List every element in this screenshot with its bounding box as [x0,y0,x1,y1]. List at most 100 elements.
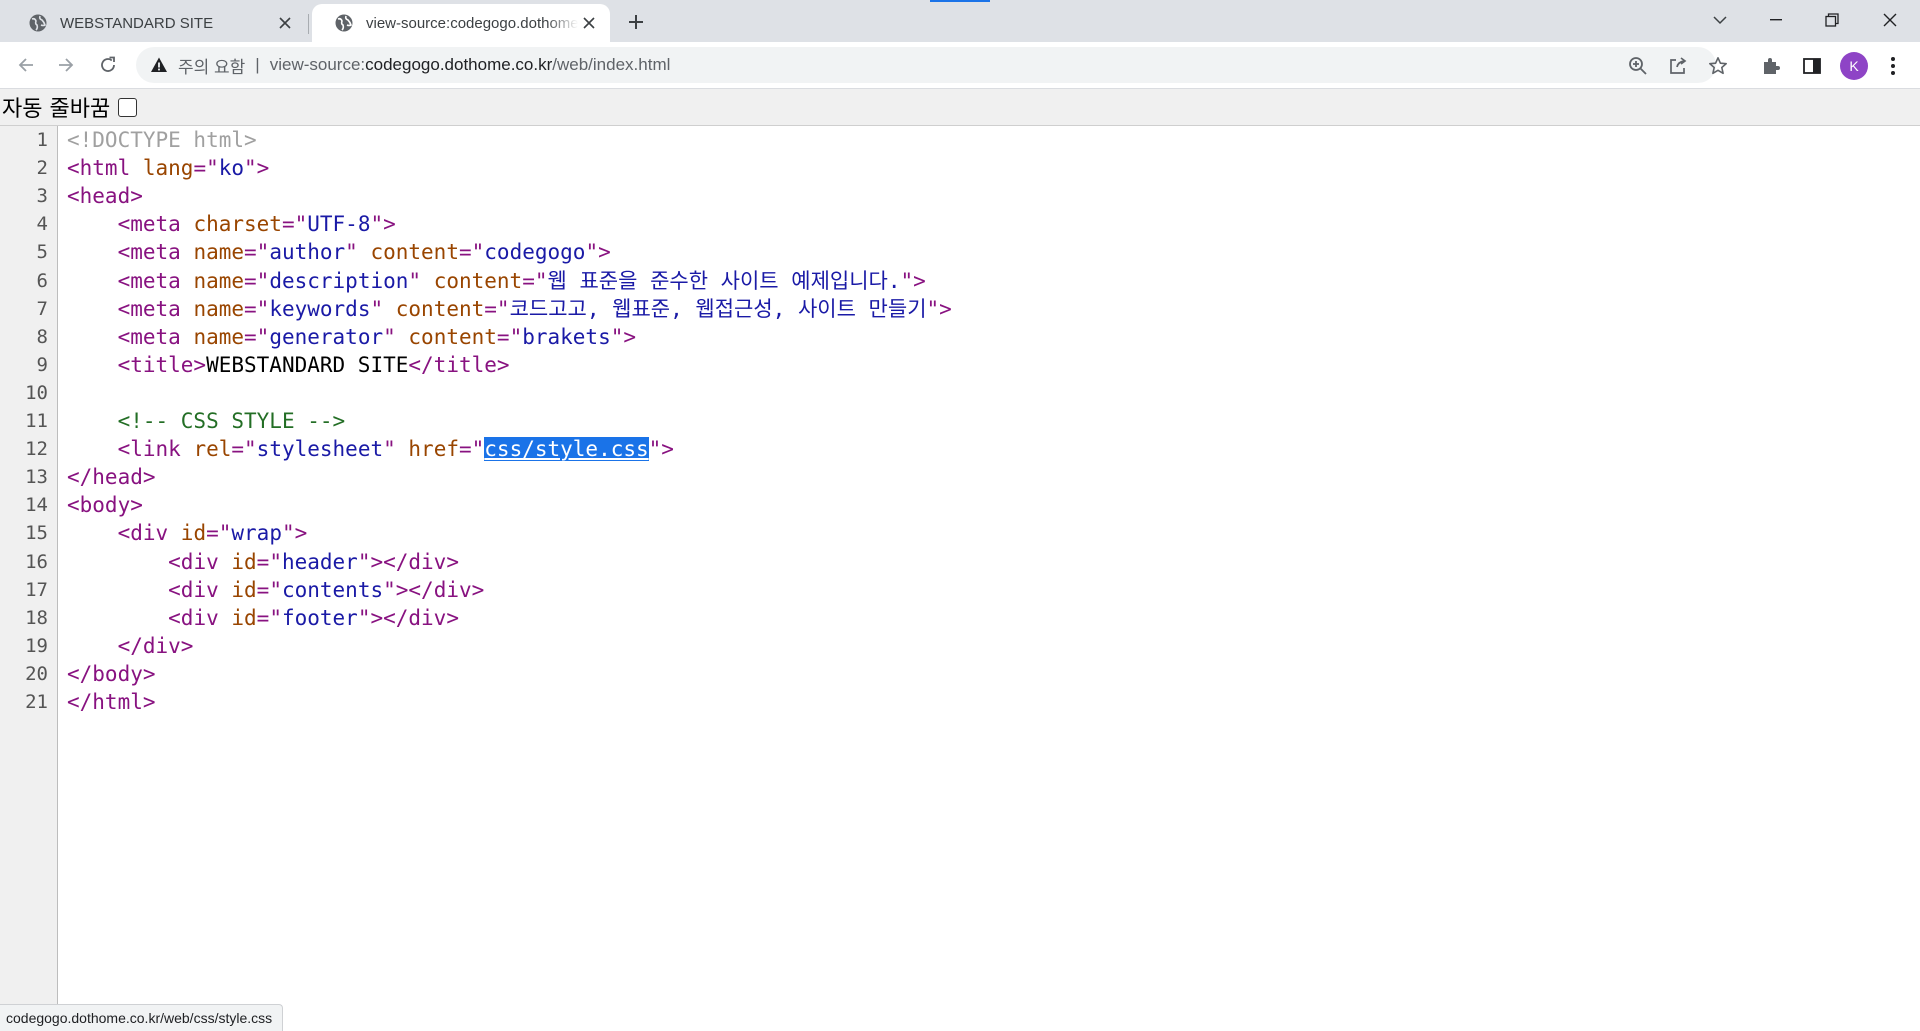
side-panel-button[interactable] [1799,53,1825,79]
security-status-label[interactable]: 주의 요함 [178,53,245,78]
code-token: =" [244,324,270,349]
warning-icon[interactable] [150,56,168,74]
new-tab-button[interactable] [622,8,650,36]
back-button[interactable] [10,49,42,81]
code-token: id [231,577,257,602]
line-number: 14 [25,494,48,517]
close-tab-icon[interactable] [274,12,296,34]
minimize-button[interactable] [1748,0,1804,40]
code-token: =" [458,240,485,265]
url-text[interactable]: view-source:codegogo.dothome.co.kr/web/i… [270,55,671,75]
tab-view-source[interactable]: view-source:codegogo.dothome.co.kr/web/i… [312,4,610,42]
code-token: "> [610,324,637,349]
tab-webstandard-site[interactable]: WEBSTANDARD SITE [6,4,306,42]
address-bar[interactable]: 주의 요함 | view-source:codegogo.dothome.co.… [136,47,1727,83]
line-number: 1 [36,129,48,151]
line-code: </body> [67,660,156,688]
menu-button[interactable] [1880,53,1906,79]
code-token: name [193,240,245,265]
forward-button[interactable] [50,49,82,81]
code-token: content [395,296,485,321]
line-code: <div id="wrap"> [67,519,308,547]
close-window-button[interactable] [1862,0,1918,40]
source-line: 13 </head> [0,463,1920,491]
source-line: 18 <div id="footer"></div> [0,604,1920,632]
source-line: 4 <meta charset="UTF-8"> [0,210,1920,238]
code-token: header [281,549,358,574]
restore-button[interactable] [1804,0,1860,40]
source-line: 16 <div id="header"></div> [0,548,1920,576]
line-number: 6 [36,269,48,292]
line-number: 7 [36,297,48,320]
line-number: 15 [25,522,48,545]
line-code: <meta charset="UTF-8"> [67,210,396,238]
line-code: <!DOCTYPE html> [67,126,257,154]
code-token: "> [648,437,674,462]
code-token: 코드고고, 웹표준, 웹접근성, 사이트 만들기 [509,296,927,321]
line-number: 13 [25,466,48,489]
code-token: <meta [117,296,194,321]
arrow-left-icon [18,58,33,72]
code-token: "> [585,240,611,265]
bookmark-button[interactable] [1706,54,1730,78]
extensions-button[interactable] [1758,53,1784,79]
code-token: "></div> [357,605,459,630]
source-line: 17 <div id="contents"></div> [0,576,1920,604]
tab-divider [308,14,309,34]
stylesheet-link[interactable]: css/style.css [484,437,649,462]
code-token: <title> [117,352,207,377]
line-code: <meta name="generator" content="brakets"… [67,323,636,351]
line-number: 10 [25,381,48,404]
code-token: name [193,296,245,321]
arrow-right-icon [59,58,74,72]
code-token: =" [256,605,282,630]
line-wrap-bar: 자동 줄바꿈 [0,89,1920,126]
line-code: </html> [67,688,156,716]
code-token: =" [484,296,510,321]
code-token: =" [231,437,257,462]
code-token: " [345,240,371,265]
line-wrap-checkbox[interactable] [118,97,138,117]
close-tab-icon[interactable] [578,12,600,34]
code-token: "> [900,268,926,293]
code-token: ko [218,156,245,181]
line-code: <meta name="description" content="웹 표준을 … [67,267,926,295]
source-line: 20 </body> [0,660,1920,688]
address-separator: | [255,55,260,74]
code-token: author [269,240,346,265]
code-token: </html> [67,690,156,714]
profile-avatar[interactable]: K [1840,52,1868,80]
zoom-button[interactable] [1626,54,1650,78]
code-token: id [231,605,257,630]
tab-search-button[interactable] [1692,0,1748,40]
code-token: contents [281,577,384,602]
code-token: content [408,324,497,349]
code-token: =" [193,156,219,181]
line-wrap-label[interactable]: 자동 줄바꿈 [2,91,110,123]
code-token: <head> [67,184,143,209]
line-number: 11 [25,410,48,432]
source-line: 7 <meta name="keywords" content="코드고고, 웹… [0,295,1920,323]
line-number: 18 [25,606,48,629]
code-token: =" [244,268,270,293]
reload-button[interactable] [92,49,124,81]
line-number: 21 [25,691,48,713]
code-token: " [408,268,434,293]
code-token: <meta [117,268,194,293]
source-line: 21 </html> [0,688,1920,716]
code-token: =" [256,549,282,574]
code-token: codegogo [484,240,586,265]
code-token: <meta [117,212,194,237]
code-token: " [383,437,409,462]
code-token: <div [168,577,232,602]
code-token: "> [244,156,270,181]
code-token: <div [168,549,232,574]
share-button[interactable] [1666,54,1690,78]
